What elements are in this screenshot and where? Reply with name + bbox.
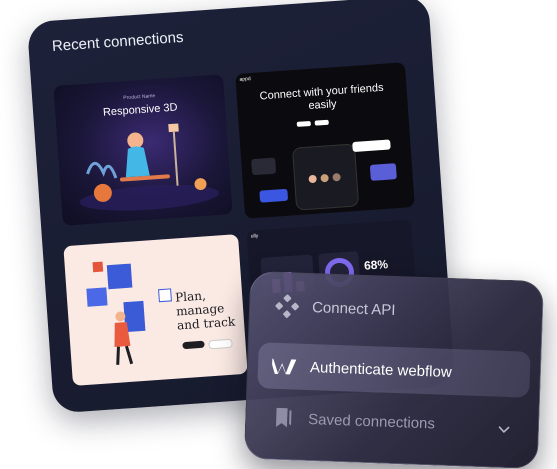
menu-item-authenticate-webflow[interactable]: Authenticate webflow [257,342,531,398]
phone-app-illustration [251,119,397,211]
thumbnail-brand: ully [250,233,259,240]
3d-scene-illustration [79,123,220,211]
bookmark-icon [268,403,299,434]
menu-item-connect-api[interactable]: Connect API [249,282,542,338]
thumbnail-secondary-button [208,338,233,350]
menu-item-label: Saved connections [307,410,436,432]
thumbnail-stat: 68% [363,257,389,273]
connection-actions-menu: Connect API Authenticate webflow Saved c… [243,270,545,469]
thumbnail-connect-friends[interactable]: appd Connect with your friends easily [235,62,415,219]
menu-item-label: Authenticate webflow [309,358,453,381]
webflow-logo-icon [270,351,301,382]
thumbnail-responsive-3d[interactable]: Product Name Responsive 3D [53,74,233,226]
thumbnail-headline: Plan, manage and track [174,288,236,333]
menu-item-saved-connections[interactable]: Saved connections [245,394,538,450]
chevron-down-icon[interactable] [498,419,511,438]
menu-item-label: Connect API [311,298,396,319]
thumbnail-plan-manage-track[interactable]: Plan, manage and track [63,234,248,386]
api-nodes-icon [272,291,303,322]
